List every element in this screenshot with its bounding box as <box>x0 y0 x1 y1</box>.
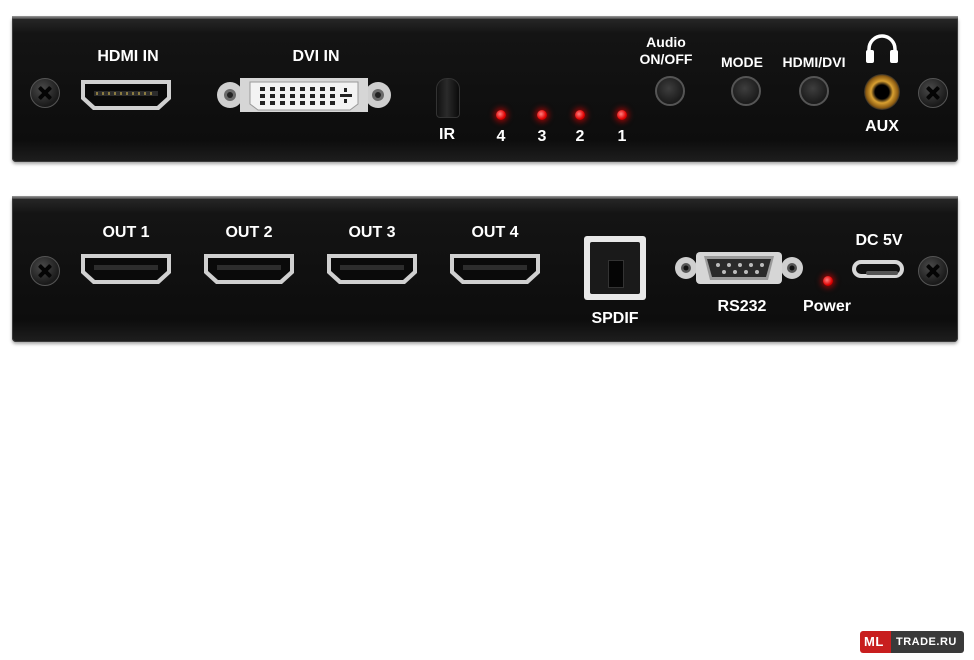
rs232-port[interactable] <box>674 248 804 288</box>
ir-label: IR <box>439 126 455 143</box>
power-label: Power <box>802 298 851 315</box>
watermark-logo: ML TRADE.RU <box>860 631 964 653</box>
usb-c-power-port[interactable] <box>852 260 904 278</box>
aux-audio-jack[interactable] <box>864 74 900 110</box>
audio-label-line2: ON/OFF <box>639 51 693 67</box>
hdmi-out-2-port[interactable] <box>201 252 297 286</box>
led-2-indicator <box>575 110 585 120</box>
led-4-indicator <box>496 110 506 120</box>
mode-button[interactable] <box>731 76 761 106</box>
out-2-label: OUT 2 <box>225 224 273 241</box>
spdif-label: SPDIF <box>591 310 639 327</box>
screw-icon <box>918 256 948 286</box>
led-label-1: 1 <box>617 128 627 145</box>
spdif-port-slot <box>608 260 624 288</box>
usb-c-port-tongue <box>866 271 898 275</box>
panel-top-edge <box>12 196 958 199</box>
out-4-label: OUT 4 <box>471 224 519 241</box>
aux-label: AUX <box>865 118 899 135</box>
mode-label: MODE <box>721 54 763 70</box>
watermark-logo-left: ML <box>864 634 884 649</box>
panel-top-edge <box>12 16 958 19</box>
hdmi-out-3-port[interactable] <box>324 252 420 286</box>
screw-icon <box>918 78 948 108</box>
screw-icon <box>30 78 60 108</box>
usb-c-port-opening <box>856 264 900 275</box>
led-3-indicator <box>537 110 547 120</box>
power-led-indicator <box>823 276 833 286</box>
spdif-optical-port[interactable] <box>584 236 646 300</box>
hdmi-out-4-port[interactable] <box>447 252 543 286</box>
led-label-2: 2 <box>575 128 585 145</box>
rs232-label: RS232 <box>717 298 767 315</box>
hdmi-in-label: HDMI IN <box>97 48 159 65</box>
hdmi-in-port[interactable] <box>78 78 174 112</box>
out-3-label: OUT 3 <box>348 224 396 241</box>
hdmi-dvi-label: HDMI/DVI <box>782 54 846 70</box>
dvi-in-label: DVI IN <box>292 48 340 65</box>
dvi-in-port[interactable] <box>216 74 392 116</box>
led-label-3: 3 <box>537 128 547 145</box>
out-1-label: OUT 1 <box>102 224 150 241</box>
ir-sensor <box>436 78 460 118</box>
led-label-4: 4 <box>496 128 506 145</box>
audio-label: Audio ON/OFF <box>626 34 706 68</box>
watermark-logo-right: TRADE.RU <box>896 636 957 648</box>
hdmi-out-1-port[interactable] <box>78 252 174 286</box>
spdif-port-inner <box>590 242 640 294</box>
front-panel: HDMI IN DVI IN IR 4 3 2 1 Audio ON/OFF M… <box>12 16 958 162</box>
rear-panel: OUT 1 OUT 2 OUT 3 OUT 4 SPDIF RS232 Powe… <box>12 196 958 342</box>
headphones-icon <box>866 34 898 63</box>
screw-icon <box>30 256 60 286</box>
dc-5v-label: DC 5V <box>855 232 903 249</box>
hdmi-dvi-button[interactable] <box>799 76 829 106</box>
led-1-indicator <box>617 110 627 120</box>
audio-label-line1: Audio <box>646 34 686 50</box>
audio-on-off-button[interactable] <box>655 76 685 106</box>
